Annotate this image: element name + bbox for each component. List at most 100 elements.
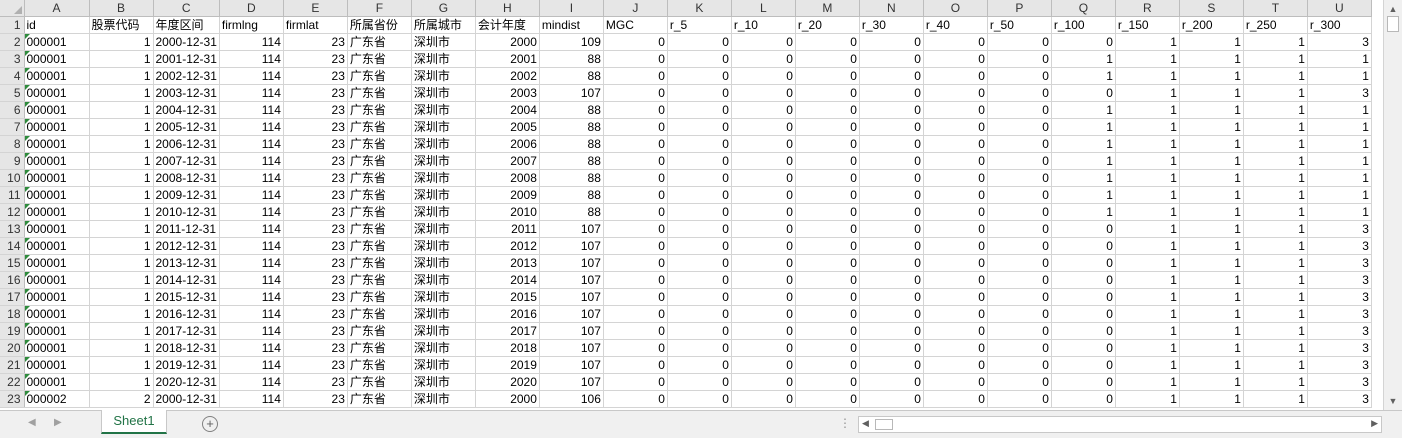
data-cell[interactable]: 1	[1115, 373, 1180, 391]
data-cell[interactable]: 广东省	[347, 135, 412, 153]
data-cell[interactable]: 深圳市	[411, 220, 476, 238]
data-cell[interactable]: 1	[89, 237, 154, 255]
next-sheet-icon[interactable]: ▶	[54, 417, 62, 428]
data-cell[interactable]: 23	[283, 305, 348, 323]
data-cell[interactable]: 107	[539, 84, 604, 102]
data-cell[interactable]: 1	[1243, 135, 1308, 153]
data-cell[interactable]: 0	[859, 373, 924, 391]
data-cell[interactable]: 0	[667, 186, 732, 204]
data-cell[interactable]: 0	[987, 322, 1052, 340]
data-cell[interactable]: 1	[1179, 356, 1244, 374]
data-cell[interactable]: 0	[987, 288, 1052, 306]
data-cell[interactable]: 2000-12-31	[153, 33, 220, 51]
data-cell[interactable]: 3	[1307, 254, 1372, 272]
scroll-left-icon[interactable]: ◀	[862, 418, 869, 429]
data-cell[interactable]: 2000-12-31	[153, 390, 220, 408]
data-cell[interactable]: 1	[1179, 152, 1244, 170]
data-cell[interactable]: 0	[987, 101, 1052, 119]
data-cell[interactable]: 23	[283, 288, 348, 306]
data-cell[interactable]: 1	[1051, 118, 1116, 136]
data-cell[interactable]: 1	[1243, 339, 1308, 357]
data-cell[interactable]: 0	[667, 390, 732, 408]
data-cell[interactable]: 0	[603, 237, 668, 255]
data-cell[interactable]: 1	[1179, 169, 1244, 187]
data-cell[interactable]: 0	[923, 101, 988, 119]
row-header[interactable]: 7	[0, 118, 25, 136]
data-cell[interactable]: 114	[219, 152, 284, 170]
data-cell[interactable]: 0	[859, 322, 924, 340]
data-cell[interactable]: 114	[219, 50, 284, 68]
data-cell[interactable]: 深圳市	[411, 118, 476, 136]
data-cell[interactable]: 000001	[24, 84, 90, 102]
data-cell[interactable]: 0	[923, 322, 988, 340]
data-cell[interactable]: 0	[923, 237, 988, 255]
data-cell[interactable]: 114	[219, 186, 284, 204]
data-cell[interactable]: 0	[859, 135, 924, 153]
data-cell[interactable]: 1	[1243, 373, 1308, 391]
data-cell[interactable]: 0	[667, 101, 732, 119]
data-cell[interactable]: 1	[1115, 50, 1180, 68]
row-header[interactable]: 13	[0, 220, 25, 238]
data-cell[interactable]: 深圳市	[411, 169, 476, 187]
data-cell[interactable]: 0	[923, 67, 988, 85]
data-cell[interactable]: 0	[667, 84, 732, 102]
sheet-tab-sheet1[interactable]: Sheet1	[101, 410, 167, 434]
data-cell[interactable]: 2006	[475, 135, 540, 153]
data-cell[interactable]: 0	[795, 203, 860, 221]
data-cell[interactable]: 0	[667, 237, 732, 255]
data-cell[interactable]: 1	[89, 169, 154, 187]
data-cell[interactable]: 2016	[475, 305, 540, 323]
data-cell[interactable]: 109	[539, 33, 604, 51]
data-cell[interactable]: 0	[731, 118, 796, 136]
data-cell[interactable]: 2004	[475, 101, 540, 119]
data-cell[interactable]: 23	[283, 152, 348, 170]
data-cell[interactable]: 3	[1307, 356, 1372, 374]
data-cell[interactable]: 000001	[24, 203, 90, 221]
data-cell[interactable]: 1	[89, 288, 154, 306]
more-options-icon[interactable]: ⋮	[839, 416, 851, 430]
data-cell[interactable]: 107	[539, 271, 604, 289]
data-cell[interactable]: 114	[219, 101, 284, 119]
data-cell[interactable]: 1	[1179, 305, 1244, 323]
data-cell[interactable]: 0	[859, 203, 924, 221]
data-cell[interactable]: 0	[731, 305, 796, 323]
column-title-cell[interactable]: mindist	[539, 16, 604, 34]
data-cell[interactable]: 2019	[475, 356, 540, 374]
data-cell[interactable]: 2009-12-31	[153, 186, 220, 204]
data-cell[interactable]: 23	[283, 373, 348, 391]
data-cell[interactable]: 0	[603, 186, 668, 204]
data-cell[interactable]: 深圳市	[411, 390, 476, 408]
data-cell[interactable]: 0	[795, 356, 860, 374]
data-cell[interactable]: 广东省	[347, 305, 412, 323]
data-cell[interactable]: 0	[795, 254, 860, 272]
data-cell[interactable]: 0	[923, 373, 988, 391]
data-cell[interactable]: 3	[1307, 33, 1372, 51]
data-cell[interactable]: 0	[667, 373, 732, 391]
data-cell[interactable]: 114	[219, 339, 284, 357]
data-cell[interactable]: 2005-12-31	[153, 118, 220, 136]
data-cell[interactable]: 0	[667, 339, 732, 357]
data-cell[interactable]: 1	[1115, 152, 1180, 170]
data-cell[interactable]: 0	[795, 271, 860, 289]
data-cell[interactable]: 1	[1243, 50, 1308, 68]
data-cell[interactable]: 1	[1307, 50, 1372, 68]
data-cell[interactable]: 0	[795, 135, 860, 153]
data-cell[interactable]: 2011	[475, 220, 540, 238]
column-header-l[interactable]: L	[731, 0, 796, 17]
data-cell[interactable]: 0	[731, 33, 796, 51]
data-cell[interactable]: 0	[987, 271, 1052, 289]
scroll-right-icon[interactable]: ▶	[1371, 418, 1378, 429]
row-header[interactable]: 9	[0, 152, 25, 170]
data-cell[interactable]: 23	[283, 84, 348, 102]
data-cell[interactable]: 0	[923, 203, 988, 221]
data-cell[interactable]: 0	[795, 101, 860, 119]
data-cell[interactable]: 2007	[475, 152, 540, 170]
data-cell[interactable]: 0	[667, 50, 732, 68]
data-cell[interactable]: 1	[1115, 135, 1180, 153]
data-cell[interactable]: 0	[923, 254, 988, 272]
data-cell[interactable]: 广东省	[347, 356, 412, 374]
data-cell[interactable]: 23	[283, 169, 348, 187]
scroll-up-icon[interactable]: ▲	[1386, 2, 1400, 16]
data-cell[interactable]: 0	[667, 356, 732, 374]
data-cell[interactable]: 1	[1179, 271, 1244, 289]
